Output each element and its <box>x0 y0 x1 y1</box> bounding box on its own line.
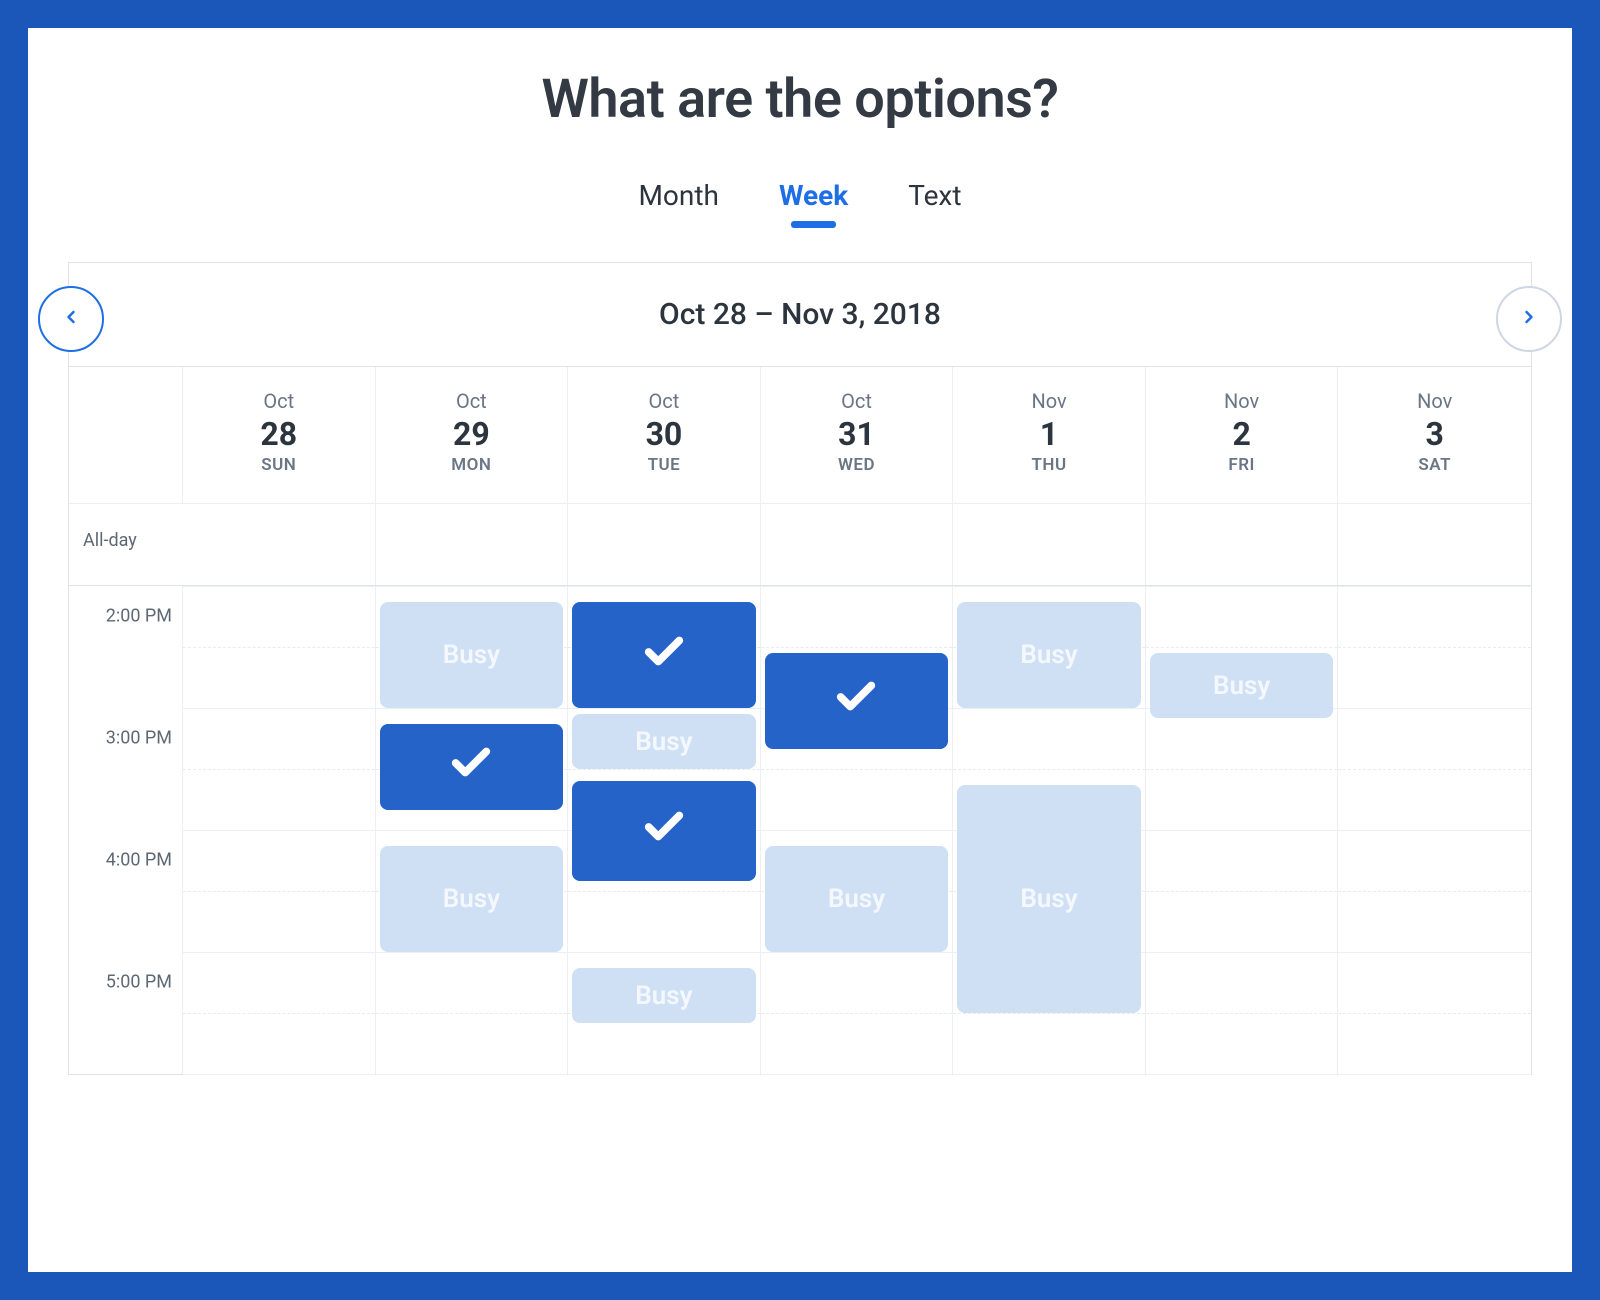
allday-cell[interactable] <box>568 504 761 585</box>
allday-cell[interactable] <box>183 504 376 585</box>
date-range-label: Oct 28 – Nov 3, 2018 <box>68 262 1532 366</box>
day-header-month: Oct <box>761 389 953 413</box>
day-header-dow: TUE <box>568 455 760 475</box>
day-column[interactable]: Busy <box>1146 586 1339 1074</box>
day-header-month: Oct <box>183 389 375 413</box>
allday-cell[interactable] <box>376 504 569 585</box>
selected-slot[interactable] <box>572 781 756 881</box>
hour-label: 3:00 PM <box>106 728 172 749</box>
time-gutter: 2:00 PM 3:00 PM 4:00 PM 5:00 PM <box>69 586 183 1074</box>
day-header: Oct31WED <box>761 367 954 503</box>
allday-cell[interactable] <box>761 504 954 585</box>
day-header-month: Oct <box>376 389 568 413</box>
day-column[interactable]: Busy <box>761 586 954 1074</box>
busy-event[interactable]: Busy <box>957 602 1141 708</box>
allday-row: All-day <box>69 503 1531 586</box>
tab-week[interactable]: Week <box>779 179 848 222</box>
busy-event[interactable]: Busy <box>765 846 949 952</box>
chevron-left-icon <box>61 307 81 331</box>
day-header-day: 28 <box>183 415 375 453</box>
day-column[interactable]: Busy Busy <box>376 586 569 1074</box>
check-icon <box>833 674 879 727</box>
busy-event[interactable]: Busy <box>572 714 756 769</box>
day-header: Oct30TUE <box>568 367 761 503</box>
outer-frame: What are the options? Month Week Text Oc… <box>0 0 1600 1300</box>
hour-label: 5:00 PM <box>106 972 172 993</box>
prev-week-button[interactable] <box>38 286 104 352</box>
check-icon <box>641 629 687 682</box>
day-header: Nov1THU <box>953 367 1146 503</box>
allday-cell[interactable] <box>1146 504 1339 585</box>
day-header-month: Nov <box>953 389 1145 413</box>
day-header-day: 2 <box>1146 415 1338 453</box>
hour-label: 4:00 PM <box>106 850 172 871</box>
day-header-dow: WED <box>761 455 953 475</box>
day-header-dow: THU <box>953 455 1145 475</box>
day-header-month: Nov <box>1146 389 1338 413</box>
day-column[interactable] <box>183 586 376 1074</box>
selected-slot[interactable] <box>765 653 949 749</box>
tab-month[interactable]: Month <box>638 179 718 222</box>
day-header: Oct28SUN <box>183 367 376 503</box>
selected-slot[interactable] <box>380 724 564 810</box>
day-column[interactable]: Busy Busy <box>953 586 1146 1074</box>
allday-cell[interactable] <box>953 504 1146 585</box>
day-column[interactable]: Busy Busy <box>568 586 761 1074</box>
calendar-grid: Oct28SUNOct29MONOct30TUEOct31WEDNov1THUN… <box>68 366 1532 1075</box>
hour-label: 2:00 PM <box>106 606 172 627</box>
page-title: What are the options? <box>28 68 1572 131</box>
busy-event[interactable]: Busy <box>572 968 756 1023</box>
day-header-dow: SUN <box>183 455 375 475</box>
next-week-button[interactable] <box>1496 286 1562 352</box>
header-spacer <box>69 367 183 503</box>
busy-event[interactable]: Busy <box>1150 653 1334 718</box>
day-header: Oct29MON <box>376 367 569 503</box>
day-header-day: 31 <box>761 415 953 453</box>
selected-slot[interactable] <box>572 602 756 708</box>
busy-event[interactable]: Busy <box>957 785 1141 1013</box>
day-header: Nov2FRI <box>1146 367 1339 503</box>
day-header-month: Oct <box>568 389 760 413</box>
time-body: 2:00 PM3:00 PM4:00 PM5:00 PM BusyBusyBus… <box>69 586 1531 1074</box>
allday-label: All-day <box>69 504 183 585</box>
check-icon <box>641 804 687 857</box>
calendar-wrap: Oct 28 – Nov 3, 2018 Oct28SUNOct29MONOct… <box>68 262 1532 1075</box>
scheduler-panel: What are the options? Month Week Text Oc… <box>28 28 1572 1272</box>
day-header-day: 1 <box>953 415 1145 453</box>
chevron-right-icon <box>1519 307 1539 331</box>
day-header-dow: MON <box>376 455 568 475</box>
busy-event[interactable]: Busy <box>380 846 564 952</box>
check-icon <box>448 740 494 793</box>
day-header-dow: FRI <box>1146 455 1338 475</box>
view-tabs: Month Week Text <box>28 179 1572 222</box>
day-header-day: 30 <box>568 415 760 453</box>
day-header: Nov3SAT <box>1338 367 1531 503</box>
tab-text[interactable]: Text <box>908 179 961 222</box>
day-header-month: Nov <box>1338 389 1531 413</box>
day-header-day: 3 <box>1338 415 1531 453</box>
day-header-dow: SAT <box>1338 455 1531 475</box>
day-header-day: 29 <box>376 415 568 453</box>
busy-event[interactable]: Busy <box>380 602 564 708</box>
allday-cell[interactable] <box>1338 504 1531 585</box>
day-column[interactable] <box>1338 586 1531 1074</box>
